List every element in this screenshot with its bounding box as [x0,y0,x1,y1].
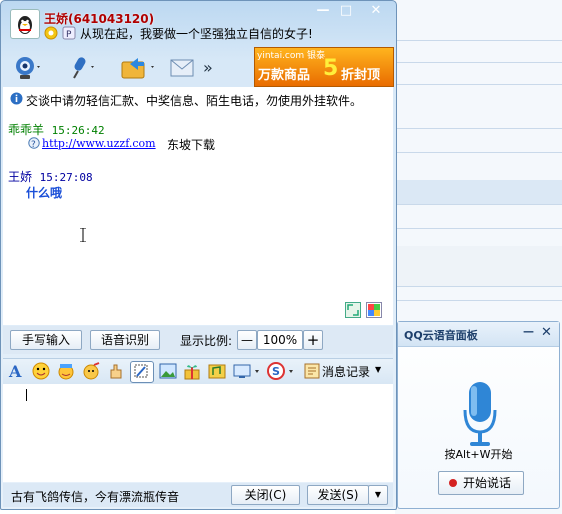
ad-banner[interactable]: yintai.com 银泰 万款商品 5 折封顶 [254,47,394,87]
history-icon [304,363,320,379]
emoticon-button[interactable] [57,362,75,380]
screenshot-button[interactable] [130,361,154,383]
zoom-value: 100% [257,330,303,350]
record-dot-icon [449,479,457,487]
more-tools-button[interactable]: » [203,58,213,77]
sender-name: 王娇 [8,170,33,184]
message-text: 什么哦 [26,186,63,200]
mail-button[interactable] [168,54,198,82]
status-slogan: 古有飞鸽传信，今有漂流瓶传音 [11,490,180,504]
signature: 从现在起，我要做一个坚强独立自信的女子! [80,27,313,41]
handwrite-button[interactable]: 手写输入 [10,330,82,350]
close-window-button[interactable]: ✕ [358,3,394,19]
zoom-in-button[interactable]: + [303,330,323,350]
info-icon [10,92,23,105]
input-caret [26,389,27,401]
message-header: 王娇 15:27:08 [8,168,93,185]
bg-row [395,128,562,153]
smiley-button[interactable] [32,362,50,380]
bg-row [395,106,562,129]
chevron-down-icon: ▼ [375,365,382,374]
contact-avatar[interactable] [10,9,40,39]
magic-emoticon-button[interactable] [82,362,100,380]
screen-share-icon [233,364,259,378]
history-button[interactable]: 消息记录 ▼ [303,362,383,380]
voice-hint: 按Alt+W开始 [444,448,513,461]
level-icon: P [62,26,76,40]
send-button[interactable]: 发送(S) [307,485,369,505]
voice-panel: QQ云语音面板 — ✕ 按Alt+W开始 开始说话 [397,321,560,509]
magic-icon [83,362,100,380]
gift-icon [184,365,200,380]
picture-icon [159,363,177,379]
bg-row [395,246,562,287]
ad-tail-text: 折封顶 [341,68,381,83]
smiley-icon [32,362,50,380]
gift-button[interactable] [183,362,201,380]
music-icon [208,364,226,379]
mail-icon [170,59,194,77]
hand-icon [110,364,122,379]
ad-brand: yintai.com 银泰 [257,51,326,61]
message-input[interactable] [3,384,393,482]
status-icon [44,26,58,40]
svg-text:P: P [66,30,72,40]
svg-text:S: S [272,365,280,378]
start-talking-button[interactable]: 开始说话 [438,471,524,495]
theme-icon[interactable] [366,302,382,318]
message-time: 15:27:08 [39,171,93,184]
security-warning: 交谈中请勿轻信汇款、中奖信息、陌生电话，勿使用外挂软件。 [26,94,363,108]
close-button[interactable]: 关闭(C) [231,485,300,505]
webcam-icon [16,57,40,79]
message-text: 东坡下载 [167,138,216,152]
microphone-icon [73,57,94,79]
message-link[interactable]: http://www.uzzf.com [42,137,156,150]
maximize-button[interactable]: □ [335,3,357,19]
svg-text:A: A [8,362,22,380]
sogou-button[interactable]: S [267,362,297,380]
bg-row [395,180,562,205]
file-transfer-button[interactable] [120,54,154,82]
screenshot-icon [134,364,148,378]
bg-row [395,18,562,41]
voice-panel-title: QQ云语音面板 [404,329,478,342]
start-talking-label: 开始说话 [463,476,512,490]
voice-panel-close-button[interactable]: ✕ [541,325,552,340]
send-options-button[interactable]: ▼ [368,485,388,505]
message-header: 乖乖羊 15:26:42 [8,121,105,138]
qq-penguin-icon [18,16,32,34]
sender-name: 乖乖羊 [8,123,45,137]
zoom-label: 显示比例: [180,334,233,348]
bg-row [395,40,562,63]
message-time: 15:26:42 [51,124,105,137]
microphone-large-icon [460,380,500,450]
bg-row [395,296,562,301]
minimize-button[interactable]: — [312,3,334,19]
folder-transfer-icon [121,58,154,79]
history-label: 消息记录 [322,365,371,379]
bg-row [395,62,562,85]
font-button[interactable]: A [7,362,25,381]
screen-share-button[interactable] [233,362,261,380]
picture-button[interactable] [159,362,177,380]
ad-main-text: 万款商品 [258,68,311,83]
svg-text:?: ? [31,140,36,149]
voice-panel-minimize-button[interactable]: — [523,325,534,338]
video-call-button[interactable] [12,54,42,82]
zoom-out-button[interactable]: — [237,330,257,350]
emoticon-icon [58,364,74,380]
voice-call-button[interactable] [66,54,96,82]
sogou-icon: S [267,362,293,380]
voice-recognition-button[interactable]: 语音识别 [90,330,160,350]
text-cursor-icon [80,227,86,243]
music-button[interactable] [208,362,226,380]
link-safe-icon: ? [28,137,40,150]
bg-row [395,204,562,229]
font-icon: A [8,362,22,381]
shake-button[interactable] [107,362,125,380]
expand-icon[interactable] [345,302,361,318]
ad-highlight: 5 [323,56,339,81]
